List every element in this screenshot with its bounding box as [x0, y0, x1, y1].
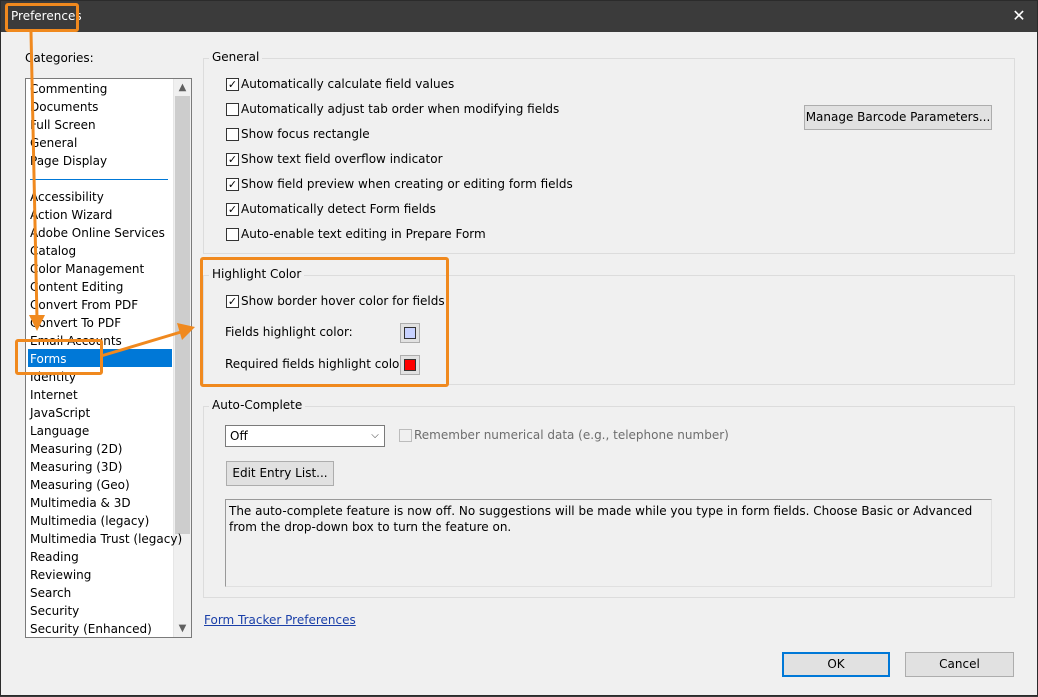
category-item[interactable]: Measuring (Geo): [30, 476, 130, 494]
annotation-box-title: [5, 3, 79, 32]
category-item[interactable]: Accessibility: [30, 188, 104, 206]
category-item[interactable]: Page Display: [30, 152, 107, 170]
category-item[interactable]: Reading: [30, 548, 79, 566]
general-option-checkbox[interactable]: ✓: [226, 78, 239, 91]
category-item[interactable]: Commenting: [30, 80, 107, 98]
category-item[interactable]: Adobe Online Services: [30, 224, 165, 242]
auto-complete-description: The auto-complete feature is now off. No…: [225, 499, 992, 587]
categories-scrollbar[interactable]: ▲ ▼: [173, 79, 191, 637]
category-item[interactable]: Color Management: [30, 260, 144, 278]
categories-label: Categories:: [25, 51, 94, 65]
category-item[interactable]: Security: [30, 602, 79, 620]
auto-complete-group-title: Auto-Complete: [209, 398, 306, 412]
general-option-checkbox[interactable]: [226, 228, 239, 241]
category-item[interactable]: Documents: [30, 98, 98, 116]
general-option-checkbox[interactable]: ✓: [226, 178, 239, 191]
category-item[interactable]: Reviewing: [30, 566, 91, 584]
annotation-box-forms: [15, 339, 103, 375]
general-option-label: Automatically adjust tab order when modi…: [241, 102, 560, 116]
category-item[interactable]: Action Wizard: [30, 206, 112, 224]
category-item[interactable]: Security (Enhanced): [30, 620, 152, 637]
category-item[interactable]: Multimedia Trust (legacy): [30, 530, 182, 548]
annotation-box-highlight: [200, 257, 449, 387]
general-option-label: Auto-enable text editing in Prepare Form: [241, 227, 486, 241]
remember-numerical-data-checkbox[interactable]: [399, 429, 412, 442]
category-item[interactable]: Internet: [30, 386, 78, 404]
category-item[interactable]: Convert To PDF: [30, 314, 121, 332]
title-bar: Preferences ✕: [1, 1, 1037, 32]
category-item[interactable]: JavaScript: [30, 404, 90, 422]
general-option-label: Show text field overflow indicator: [241, 152, 443, 166]
chevron-down-icon[interactable]: ⌵: [366, 426, 384, 446]
category-item[interactable]: Full Screen: [30, 116, 96, 134]
category-item[interactable]: Language: [30, 422, 89, 440]
form-tracker-preferences-link[interactable]: Form Tracker Preferences: [204, 613, 356, 627]
general-option-checkbox[interactable]: [226, 128, 239, 141]
edit-entry-list-button[interactable]: Edit Entry List...: [226, 461, 334, 486]
category-item[interactable]: Search: [30, 584, 71, 602]
general-option-label: Automatically calculate field values: [241, 77, 455, 91]
general-group-title: General: [209, 50, 263, 64]
category-item[interactable]: Measuring (2D): [30, 440, 123, 458]
remember-numerical-data-label: Remember numerical data (e.g., telephone…: [414, 428, 729, 442]
manage-barcode-parameters-button[interactable]: Manage Barcode Parameters...: [804, 105, 992, 130]
category-item[interactable]: Multimedia (legacy): [30, 512, 149, 530]
auto-complete-select-value: Off: [230, 429, 248, 443]
auto-complete-select[interactable]: Off ⌵: [225, 425, 385, 447]
general-option-checkbox[interactable]: ✓: [226, 203, 239, 216]
close-icon[interactable]: ✕: [1009, 6, 1029, 26]
general-option-label: Automatically detect Form fields: [241, 202, 436, 216]
cancel-button[interactable]: Cancel: [905, 652, 1014, 677]
category-separator: [30, 179, 168, 180]
category-item[interactable]: Content Editing: [30, 278, 123, 296]
ok-button[interactable]: OK: [782, 652, 890, 677]
category-item[interactable]: Measuring (3D): [30, 458, 123, 476]
category-item[interactable]: General: [30, 134, 77, 152]
category-item[interactable]: Convert From PDF: [30, 296, 138, 314]
general-option-label: Show field preview when creating or edit…: [241, 177, 573, 191]
category-item[interactable]: Multimedia & 3D: [30, 494, 131, 512]
scroll-down-arrow-icon[interactable]: ▼: [174, 620, 191, 637]
general-option-checkbox[interactable]: [226, 103, 239, 116]
scroll-up-arrow-icon[interactable]: ▲: [174, 79, 191, 96]
preferences-dialog: Preferences ✕ Categories: ▲ ▼ Commenting…: [0, 0, 1038, 696]
general-option-checkbox[interactable]: ✓: [226, 153, 239, 166]
category-item[interactable]: Catalog: [30, 242, 76, 260]
general-option-label: Show focus rectangle: [241, 127, 370, 141]
scroll-thumb[interactable]: [175, 96, 190, 534]
